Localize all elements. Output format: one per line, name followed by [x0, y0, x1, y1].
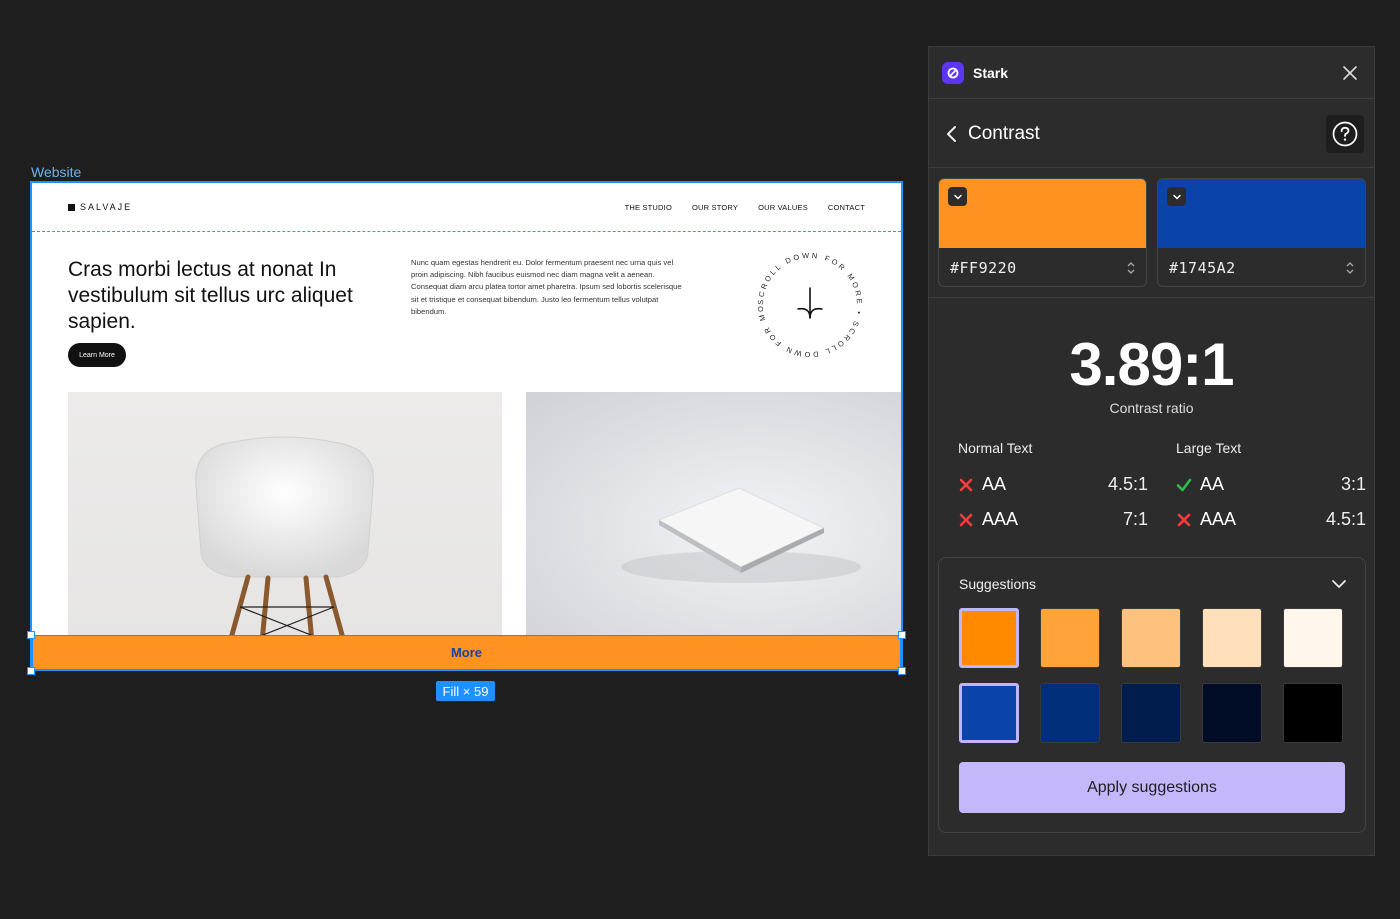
brand-logo[interactable]: SALVAJE: [68, 202, 132, 212]
required-ratio: 3:1: [1340, 474, 1366, 494]
chevron-down-icon: [953, 194, 962, 200]
resize-handle-top-left[interactable]: [27, 631, 35, 639]
contrast-subheader: Contrast: [929, 99, 1374, 168]
foreground-color-preview[interactable]: [939, 179, 1146, 248]
learn-more-button[interactable]: Learn More: [68, 343, 126, 367]
nav-links: THE STUDIO OUR STORY OUR VALUES CONTACT: [625, 203, 865, 212]
app-name: Stark: [973, 65, 1009, 81]
suggestions-section: Suggestions Apply suggestions: [938, 557, 1366, 833]
background-hex-input[interactable]: #1745A2: [1169, 259, 1236, 277]
contrast-ratio-value: 3.89:1: [1069, 331, 1234, 398]
chevron-left-icon[interactable]: [944, 125, 960, 143]
page-title: Contrast: [968, 123, 1040, 144]
background-suggestion-swatch-3[interactable]: [1121, 683, 1181, 743]
chevron-down-icon[interactable]: [1331, 576, 1347, 592]
nav-link-our-values[interactable]: OUR VALUES: [758, 203, 808, 212]
fill-dimension-tag: Fill × 59: [436, 681, 495, 701]
resize-handle-bottom-right[interactable]: [898, 667, 906, 675]
foreground-dropdown-button[interactable]: [948, 187, 967, 206]
fail-icon: [959, 513, 973, 526]
resize-handle-top-right[interactable]: [898, 631, 906, 639]
normal-aaa-row: AAA 7:1: [958, 502, 1148, 537]
normal-text-title: Normal Text: [958, 440, 1033, 456]
large-text-title: Large Text: [1176, 440, 1242, 456]
help-button[interactable]: [1326, 115, 1364, 153]
nav-link-contact[interactable]: CONTACT: [828, 203, 865, 212]
background-suggestion-swatch-4[interactable]: [1202, 683, 1262, 743]
website-frame[interactable]: SALVAJE THE STUDIO OUR STORY OUR VALUES …: [30, 181, 903, 671]
foreground-suggestion-swatch-3[interactable]: [1121, 608, 1181, 668]
foreground-suggestion-swatch-1[interactable]: [959, 608, 1019, 668]
level-label: AAA: [982, 509, 1019, 529]
foreground-suggestion-swatch-4[interactable]: [1202, 608, 1262, 668]
square-icon: [68, 203, 75, 211]
foreground-hex-input[interactable]: #FF9220: [950, 259, 1017, 277]
close-icon[interactable]: [1340, 63, 1360, 83]
level-label: AA: [1200, 474, 1225, 494]
scroll-circle-text: SCROLL DOWN FOR MORE • SCROLL DOWN FOR M…: [750, 245, 862, 359]
background-suggestion-swatch-1[interactable]: [959, 683, 1019, 743]
svg-text:SCROLL DOWN FOR MORE • SCROLL: SCROLL DOWN FOR MORE • SCROLL DOWN FOR M…: [750, 245, 864, 359]
brand-name: SALVAJE: [80, 202, 133, 212]
normal-aa-row: AA 4.5:1: [958, 467, 1148, 502]
background-suggestions-row: [959, 683, 1343, 743]
chevron-down-icon: [1172, 194, 1181, 200]
large-text-results: Large Text AA 3:1 AAA 4.5:1: [1176, 440, 1366, 537]
site-nav: SALVAJE THE STUDIO OUR STORY OUR VALUES …: [32, 183, 901, 232]
level-label: AAA: [1200, 509, 1237, 529]
large-aa-row: AA 3:1: [1176, 467, 1366, 502]
large-aaa-row: AAA 4.5:1: [1176, 502, 1366, 537]
foreground-suggestion-swatch-2[interactable]: [1040, 608, 1100, 668]
required-ratio: 4.5:1: [1325, 509, 1366, 529]
fail-icon: [959, 478, 973, 491]
foreground-suggestions-row: [959, 608, 1343, 668]
foreground-suggestion-swatch-5[interactable]: [1283, 608, 1343, 668]
required-ratio: 7:1: [1122, 509, 1148, 529]
background-swatch[interactable]: #1745A2: [1157, 178, 1366, 287]
chair-photo: [68, 392, 502, 642]
chair-illustration: [195, 436, 374, 642]
stepper-icon[interactable]: [1126, 260, 1136, 276]
foreground-swatch[interactable]: #FF9220: [938, 178, 1147, 287]
scroll-down-badge[interactable]: SCROLL DOWN FOR MORE • SCROLL DOWN FOR M…: [750, 245, 870, 365]
check-icon: [1176, 478, 1192, 491]
nav-link-our-story[interactable]: OUR STORY: [692, 203, 738, 212]
fail-icon: [1177, 513, 1191, 526]
tile-illustration: [621, 487, 861, 583]
panel-header: Stark: [929, 47, 1374, 99]
nav-link-the-studio[interactable]: THE STUDIO: [625, 203, 672, 212]
color-swatches: #FF9220 #1745A2: [929, 168, 1374, 298]
hero-title: Cras morbi lectus at nonat In vestibulum…: [68, 258, 353, 333]
arrow-down-icon: [797, 287, 823, 319]
more-button[interactable]: More: [32, 635, 901, 670]
background-color-preview[interactable]: [1158, 179, 1365, 248]
suggestions-title: Suggestions: [959, 576, 1037, 592]
contrast-ratio-label: Contrast ratio: [1109, 400, 1194, 416]
required-ratio: 4.5:1: [1107, 474, 1148, 494]
tile-photo: [526, 392, 901, 642]
background-dropdown-button[interactable]: [1167, 187, 1186, 206]
stepper-icon[interactable]: [1345, 260, 1355, 276]
stark-plugin-panel: Stark Contrast #FF9220 #1745A2 3.89:1 Co…: [928, 46, 1375, 856]
frame-label[interactable]: Website: [31, 164, 81, 180]
background-suggestion-swatch-5[interactable]: [1283, 683, 1343, 743]
background-suggestion-swatch-2[interactable]: [1040, 683, 1100, 743]
apply-suggestions-button[interactable]: Apply suggestions: [959, 762, 1345, 813]
normal-text-results: Normal Text AA 4.5:1 AAA 7:1: [958, 440, 1148, 537]
resize-handle-bottom-left[interactable]: [27, 667, 35, 675]
help-icon: [1332, 121, 1358, 147]
hero-paragraph: Nunc quam egestas hendrerit eu. Dolor fe…: [411, 258, 682, 316]
stark-logo-icon: [942, 62, 964, 84]
level-label: AA: [982, 474, 1007, 494]
